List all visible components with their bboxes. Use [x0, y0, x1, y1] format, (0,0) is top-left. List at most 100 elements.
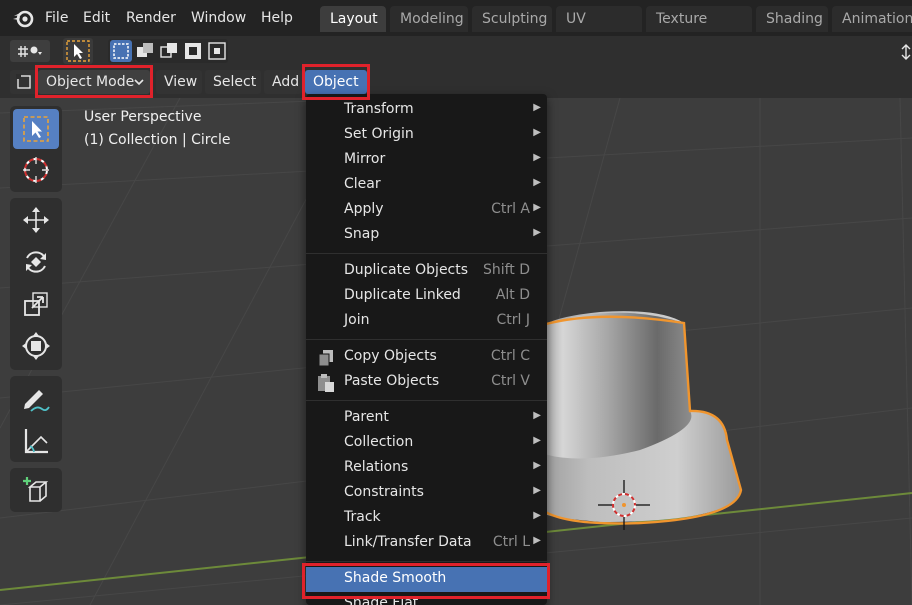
transform-orientation-dropdown[interactable]	[10, 40, 50, 62]
menu-item-shortcut: Shift D	[482, 262, 530, 278]
menu-item-transform[interactable]: Transform ▶	[306, 98, 547, 123]
menu-item-label: Join	[344, 312, 370, 328]
menu-item-shortcut: Ctrl L	[492, 534, 530, 550]
menu-item-apply[interactable]: Apply Ctrl A ▶	[306, 198, 547, 223]
object-dropdown-menu: Transform ▶ Set Origin ▶ Mirror ▶ Clear …	[306, 94, 547, 605]
toolbar-add-group	[10, 468, 62, 512]
copy-icon	[318, 350, 333, 367]
menu-item-link-transfer-data[interactable]: Link/Transfer Data Ctrl L ▶	[306, 531, 547, 556]
tool-settings-header	[0, 36, 912, 66]
menu-edit[interactable]: Edit	[83, 8, 110, 28]
toolbar-annotate-group	[10, 376, 62, 462]
submenu-arrow-icon: ▶	[533, 460, 541, 471]
menu-help[interactable]: Help	[261, 8, 293, 28]
tool-measure[interactable]	[13, 421, 59, 461]
toolbar-transform-group	[10, 198, 62, 370]
tool-rotate[interactable]	[13, 242, 59, 282]
tab-shading[interactable]: Shading	[756, 6, 828, 32]
menu-item-mirror[interactable]: Mirror ▶	[306, 148, 547, 173]
menu-item-label: Duplicate Objects	[344, 262, 469, 278]
tool-add-cube[interactable]	[13, 470, 59, 510]
selection-mode-group	[108, 39, 228, 63]
menu-item-shortcut: Ctrl C	[490, 348, 530, 364]
menu-item-join[interactable]: Join Ctrl J	[306, 309, 547, 334]
menu-item-parent[interactable]: Parent ▶	[306, 406, 547, 431]
tool-move[interactable]	[13, 200, 59, 240]
object-mode-label: Object Mode	[46, 74, 135, 90]
tool-cursor[interactable]	[13, 150, 59, 190]
tab-sculpting[interactable]: Sculpting	[472, 6, 552, 32]
menu-item-label: Clear	[344, 176, 381, 192]
menu-separator	[306, 561, 547, 562]
menu-item-shade-flat[interactable]: Shade Flat	[306, 592, 547, 605]
menu-render[interactable]: Render	[126, 8, 176, 28]
submenu-arrow-icon: ▶	[533, 510, 541, 521]
menu-item-constraints[interactable]: Constraints ▶	[306, 481, 547, 506]
object-mode-dropdown[interactable]: Object Mode	[38, 70, 150, 94]
tab-uv-editing[interactable]: UV Editing	[556, 6, 642, 53]
select-intersect-icon	[208, 42, 226, 60]
tab-animation[interactable]: Animation	[832, 6, 912, 32]
cursor-arrow-icon	[66, 40, 90, 62]
select-new-icon	[113, 43, 129, 59]
menu-item-set-origin[interactable]: Set Origin ▶	[306, 123, 547, 148]
menu-item-copy-objects[interactable]: Copy Objects Ctrl C	[306, 345, 547, 370]
viewport-perspective-label: User Perspective	[84, 109, 202, 125]
menu-item-label: Apply	[344, 201, 384, 217]
menu-item-shortcut: Ctrl J	[496, 312, 531, 328]
menu-item-shortcut: Alt D	[495, 287, 530, 303]
menu-item-clear[interactable]: Clear ▶	[306, 173, 547, 198]
menu-add[interactable]: Add	[264, 70, 302, 94]
select-new-button[interactable]	[110, 40, 132, 62]
measure-ruler-icon	[24, 429, 48, 454]
menu-item-label: Mirror	[344, 151, 386, 167]
menu-item-collection[interactable]: Collection ▶	[306, 431, 547, 456]
orientation-icon	[18, 46, 42, 57]
menu-select[interactable]: Select	[205, 70, 261, 94]
editor-type-button[interactable]	[10, 70, 38, 94]
submenu-arrow-icon: ▶	[533, 435, 541, 446]
chevron-down-icon	[134, 79, 144, 86]
menu-item-shade-smooth[interactable]: Shade Smooth	[306, 567, 547, 592]
menu-item-label: Duplicate Linked	[344, 287, 461, 303]
menu-item-label: Paste Objects	[344, 373, 440, 389]
submenu-arrow-icon: ▶	[533, 102, 541, 113]
menu-item-track[interactable]: Track ▶	[306, 506, 547, 531]
tool-select-box[interactable]	[13, 109, 59, 149]
menu-item-label: Snap	[344, 226, 380, 242]
toolbar-select-group	[10, 106, 62, 192]
select-subtract-button[interactable]	[158, 40, 180, 62]
submenu-arrow-icon: ▶	[533, 410, 541, 421]
menu-item-relations[interactable]: Relations ▶	[306, 456, 547, 481]
menu-view[interactable]: View	[156, 70, 202, 94]
menu-item-shortcut: Ctrl V	[491, 373, 530, 389]
menu-item-duplicate-objects[interactable]: Duplicate Objects Shift D	[306, 259, 547, 284]
viewport-collection-label: (1) Collection | Circle	[84, 132, 231, 148]
tool-transform[interactable]	[13, 326, 59, 366]
transform-icon	[22, 332, 50, 360]
menu-item-paste-objects[interactable]: Paste Objects Ctrl V	[306, 370, 547, 395]
menu-object[interactable]: Object	[305, 70, 367, 94]
tab-modeling[interactable]: Modeling	[390, 6, 468, 32]
select-extend-button[interactable]	[134, 40, 156, 62]
select-invert-button[interactable]	[182, 40, 204, 62]
menu-item-duplicate-linked[interactable]: Duplicate Linked Alt D	[306, 284, 547, 309]
blender-logo-icon[interactable]	[12, 7, 34, 29]
select-subtract-icon	[160, 43, 177, 58]
select-intersect-button[interactable]	[206, 40, 228, 62]
menu-item-label: Parent	[344, 409, 389, 425]
menu-item-snap[interactable]: Snap ▶	[306, 223, 547, 248]
menu-file[interactable]: File	[45, 8, 68, 28]
editor-type-icon	[16, 74, 31, 89]
tool-annotate[interactable]	[13, 379, 59, 419]
tab-texture-paint[interactable]: Texture Paint	[646, 6, 752, 53]
tab-layout[interactable]: Layout	[320, 6, 386, 32]
cursor-tool-icon	[23, 157, 49, 183]
menu-separator	[306, 253, 547, 254]
tool-scale[interactable]	[13, 284, 59, 324]
menu-separator	[306, 400, 547, 401]
overflow-arrow-icon[interactable]	[900, 44, 912, 60]
menu-window[interactable]: Window	[191, 8, 246, 28]
submenu-arrow-icon: ▶	[533, 485, 541, 496]
select-tool-button[interactable]	[63, 38, 93, 64]
